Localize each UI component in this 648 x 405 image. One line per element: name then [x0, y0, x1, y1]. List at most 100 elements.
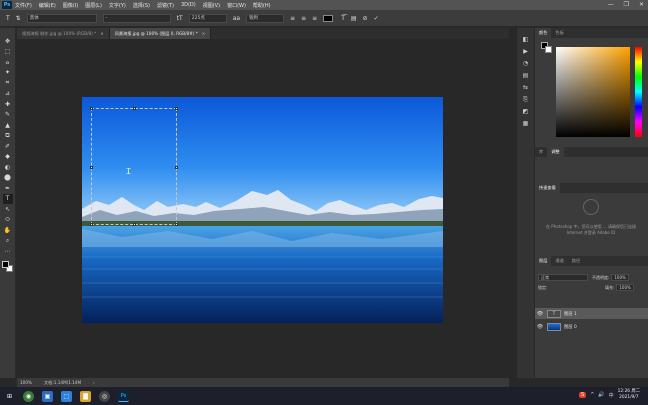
opacity-field[interactable]: 100% [611, 274, 630, 281]
app-icon[interactable]: ◎ [99, 390, 110, 402]
zoom-level[interactable]: 100% [20, 380, 32, 385]
folder-icon[interactable]: ▇ [80, 390, 91, 402]
character-panel-icon[interactable]: ◩ [523, 108, 529, 120]
paragraph-panel-icon[interactable]: ▦ [523, 120, 529, 132]
pen-tool-icon[interactable]: ✒ [3, 183, 13, 194]
tab-color[interactable]: 颜色 [535, 28, 552, 38]
hand-tool-icon[interactable]: ✋ [3, 225, 13, 236]
transform-handle[interactable] [175, 223, 178, 226]
tab-channels[interactable]: 通道 [551, 256, 567, 266]
gradient-tool-icon[interactable]: ◆ [3, 152, 13, 163]
tab-video-poster[interactable]: 视频海报 制作.jpg @ 100% (RGB/8) * × [17, 28, 110, 39]
text-color-swatch[interactable] [323, 14, 334, 22]
tab-paths[interactable]: 路径 [568, 256, 584, 266]
status-arrow-icon[interactable]: › [93, 380, 95, 385]
visibility-eye-icon[interactable]: 👁 [535, 311, 545, 317]
font-style-select[interactable]: - [102, 13, 171, 23]
path-select-tool-icon[interactable]: ↖ [3, 204, 13, 215]
tab-layers[interactable]: 图层 [535, 256, 552, 266]
text-bounding-box[interactable]: Ꮖ [90, 107, 178, 226]
crop-tool-icon[interactable]: ⌗ [3, 78, 13, 89]
menu-window[interactable]: 窗口(W) [227, 2, 246, 9]
blur-tool-icon[interactable]: ◐ [3, 162, 13, 173]
align-left-icon[interactable]: ≡ [290, 15, 295, 22]
volume-icon[interactable]: 🔊 [598, 392, 604, 398]
brush-tool-icon[interactable]: ✎ [3, 110, 13, 121]
layer-row[interactable]: 👁 T 图层 1 [535, 308, 648, 319]
clone-source-panel-icon[interactable]: ⎘ [523, 96, 528, 108]
menu-select[interactable]: 选择(S) [133, 2, 150, 9]
transform-handle[interactable] [133, 107, 136, 110]
foreground-color-swatch[interactable] [1, 260, 9, 268]
quick-select-tool-icon[interactable]: ✦ [3, 68, 13, 79]
commit-icon[interactable]: ✓ [374, 15, 379, 22]
tab-quick-view[interactable]: 快速查看 [535, 183, 560, 193]
menu-3d[interactable]: 3D(D) [181, 2, 196, 8]
close-tab-icon[interactable]: × [202, 31, 206, 36]
landscape-image[interactable]: Ꮖ [82, 97, 443, 323]
antialias-select[interactable]: 锐利 [246, 13, 285, 23]
blend-mode-select[interactable]: 正常 [538, 274, 588, 281]
cancel-icon[interactable]: ⊘ [363, 15, 368, 22]
transform-handle[interactable] [90, 166, 93, 169]
character-panel-icon[interactable]: ▤ [351, 15, 357, 22]
canvas-area[interactable]: Ꮖ [17, 39, 509, 378]
eyedropper-tool-icon[interactable]: ⊿ [3, 89, 13, 100]
eraser-tool-icon[interactable]: ✐ [3, 141, 13, 152]
more-tools-icon[interactable]: ⋯ [3, 246, 13, 257]
menu-layer[interactable]: 图层(L) [85, 2, 102, 9]
zoom-tool-icon[interactable]: ⌕ [3, 236, 13, 247]
dodge-tool-icon[interactable]: ⬤ [3, 173, 13, 184]
tab-libraries[interactable]: 库 [535, 147, 547, 157]
bg-color-chip[interactable] [545, 46, 552, 53]
transform-handle[interactable] [175, 107, 178, 110]
menu-file[interactable]: 文件(F) [15, 2, 32, 9]
color-swatches[interactable] [1, 260, 14, 273]
properties-panel-icon[interactable]: ▤ [523, 72, 529, 84]
transform-handle[interactable] [90, 223, 93, 226]
actions-panel-icon[interactable]: ▶ [523, 48, 528, 60]
swap-panel-icon[interactable]: ⇆ [523, 84, 528, 96]
menu-view[interactable]: 视图(V) [203, 2, 220, 9]
tab-swatches[interactable]: 色板 [551, 28, 567, 38]
move-tool-icon[interactable]: ✥ [3, 36, 13, 47]
shape-tool-icon[interactable]: ⬭ [3, 215, 13, 226]
menu-type[interactable]: 文字(Y) [109, 2, 126, 9]
media-player-icon[interactable]: ▣ [42, 390, 53, 402]
hue-slider[interactable] [635, 47, 642, 137]
healing-tool-icon[interactable]: ✚ [3, 99, 13, 110]
color-field[interactable] [556, 47, 630, 137]
font-size-select[interactable]: 225点 [188, 13, 227, 23]
tab-adjustments[interactable]: 调整 [547, 147, 564, 157]
layer-row[interactable]: 👁 图层 0 [535, 321, 648, 332]
transform-handle[interactable] [90, 107, 93, 110]
visibility-eye-icon[interactable]: 👁 [535, 324, 545, 330]
minimize-button[interactable]: — [608, 1, 614, 8]
brush-panel-icon[interactable]: ◔ [523, 60, 528, 72]
type-tool-icon[interactable]: T [6, 15, 10, 22]
history-brush-tool-icon[interactable]: ⧉ [3, 131, 13, 142]
close-tab-icon[interactable]: × [100, 31, 104, 36]
menu-image[interactable]: 图像(I) [63, 2, 78, 9]
photoshop-taskbar-icon[interactable]: Ps [118, 390, 129, 402]
align-right-icon[interactable]: ≡ [312, 15, 317, 22]
warp-text-icon[interactable]: T͡ [341, 15, 345, 22]
clock[interactable]: 12:26 周二 2021/9/7 [618, 389, 640, 401]
stamp-tool-icon[interactable]: ▲ [3, 120, 13, 131]
chrome-icon[interactable]: ◉ [23, 390, 34, 402]
browser-icon[interactable]: ⬚ [61, 390, 72, 402]
history-panel-icon[interactable]: ◧ [523, 36, 529, 48]
maximize-button[interactable]: ❐ [624, 1, 629, 8]
menu-edit[interactable]: 编辑(E) [39, 2, 56, 9]
marquee-tool-icon[interactable]: ⬚ [3, 47, 13, 58]
lasso-tool-icon[interactable]: ⴰ [3, 57, 13, 68]
tray-expand-icon[interactable]: ^ [590, 392, 594, 398]
font-family-select[interactable]: 黑体 [26, 13, 97, 23]
fill-field[interactable]: 100% [616, 284, 635, 291]
tab-landscape-poster[interactable]: 风景海报.jpg @ 100% (图层 0, RGB/8#) * × [109, 28, 212, 39]
ime-icon[interactable]: 中 [609, 392, 614, 399]
sogou-icon[interactable]: S [579, 392, 587, 398]
type-tool-icon[interactable]: T [2, 193, 13, 204]
menu-filter[interactable]: 滤镜(T) [157, 2, 174, 9]
align-center-icon[interactable]: ≡ [301, 15, 306, 22]
